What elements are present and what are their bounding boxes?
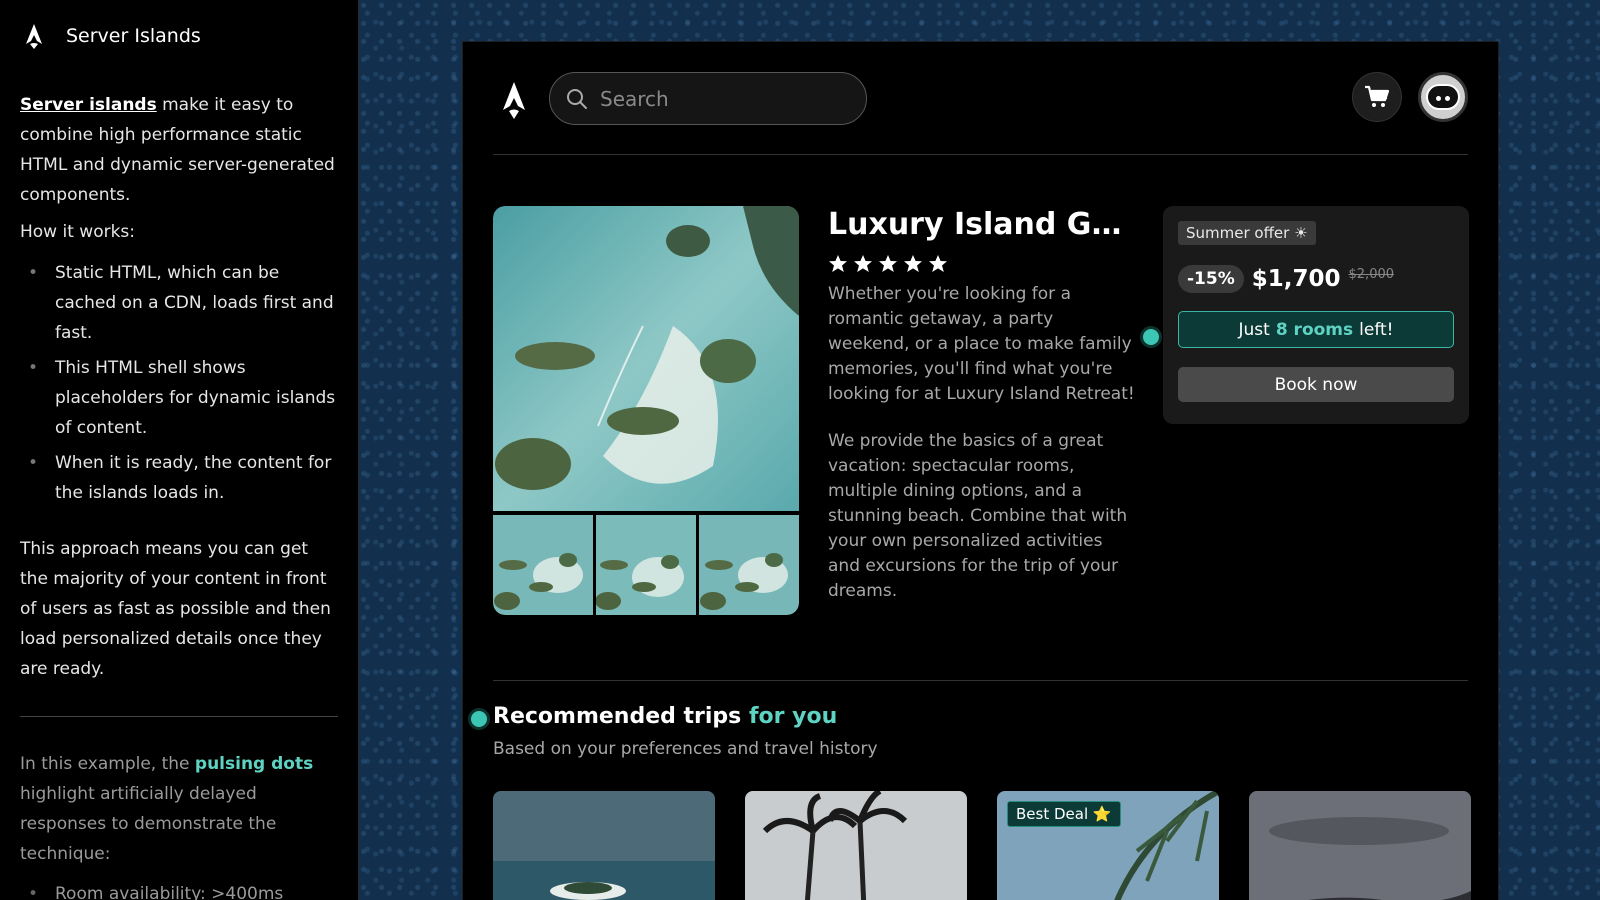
old-price: $2,000 [1348, 267, 1395, 282]
island-aerial-image [493, 206, 799, 511]
section-divider [493, 680, 1468, 681]
rooms-count: 8 rooms [1275, 319, 1354, 340]
avatar-icon [1426, 84, 1460, 110]
trip-card[interactable]: Best Deal ⭐ [997, 791, 1219, 900]
thumbnail[interactable] [699, 515, 799, 615]
book-now-button[interactable]: Book now [1178, 367, 1454, 402]
example-paragraph: In this example, the pulsing dots highli… [20, 749, 338, 869]
recommended-title-text: Recommended trips [493, 704, 749, 729]
astro-logo-icon[interactable] [497, 80, 531, 120]
product-info: Luxury Island Get... Whether you're look… [828, 206, 1138, 604]
trip-image [1249, 791, 1471, 900]
rooms-prefix: Just [1238, 319, 1270, 340]
product-description: We provide the basics of a great vacatio… [828, 431, 1128, 601]
recommended-title-highlight: for you [748, 704, 838, 729]
trip-image [493, 791, 715, 900]
intro-paragraph: Server islands make it easy to combine h… [20, 90, 338, 210]
rooms-suffix: left! [1359, 319, 1394, 340]
star-icon [904, 255, 922, 272]
star-icon [879, 255, 897, 272]
search-icon [567, 88, 587, 109]
image-gallery [493, 206, 799, 615]
search-input[interactable] [600, 86, 840, 111]
best-deal-badge: Best Deal ⭐ [1007, 801, 1121, 827]
trip-image [745, 791, 967, 900]
example-highlight: pulsing dots [194, 754, 314, 774]
approach-paragraph: This approach means you can get the majo… [20, 539, 331, 679]
cart-icon [1365, 85, 1390, 107]
recommended-subtitle: Based on your preferences and travel his… [493, 739, 878, 759]
astro-logo-icon [26, 24, 42, 49]
app-window: Luxury Island Get... Whether you're look… [462, 41, 1499, 900]
price-row: -15% $1,700 $2,000 [1178, 265, 1454, 293]
star-rating [828, 254, 1138, 274]
pulsing-dot [471, 711, 487, 727]
trip-card[interactable] [1249, 791, 1471, 900]
header-divider [493, 154, 1468, 155]
search-bar[interactable] [549, 72, 867, 125]
star-icon [929, 255, 947, 272]
sidebar: Server Islands Server islands make it ea… [0, 0, 359, 900]
how-it-works-heading: How it works: [20, 222, 136, 242]
list-item: This HTML shell shows placeholders for d… [20, 353, 338, 443]
example-suffix: highlight artificially delayed responses… [20, 784, 277, 864]
star-icon [854, 255, 872, 272]
summer-offer-badge: Summer offer ☀ [1178, 221, 1316, 245]
sidebar-title: Server Islands [66, 25, 201, 47]
main-island-image[interactable] [493, 206, 799, 511]
price: $1,700 [1251, 266, 1341, 292]
recommended-title: Recommended trips for you [493, 704, 837, 729]
server-islands-link[interactable]: Server islands [20, 95, 157, 115]
delays-list: Room availability: >400ms [20, 879, 338, 900]
offer-panel: Summer offer ☀ -15% $1,700 $2,000 Just 8… [1163, 206, 1469, 424]
steps-list: Static HTML, which can be cached on a CD… [20, 258, 338, 508]
star-icon [829, 255, 847, 272]
trip-card[interactable] [745, 791, 967, 900]
product-title: Luxury Island Get... [828, 207, 1128, 242]
list-item: Static HTML, which can be cached on a CD… [20, 258, 338, 348]
top-bar [493, 70, 1468, 126]
thumbnail[interactable] [596, 515, 696, 615]
recommended-cards: Best Deal ⭐ [493, 791, 1471, 900]
pulsing-dot [1143, 329, 1159, 345]
discount-badge: -15% [1178, 265, 1244, 293]
list-item: When it is ready, the content for the is… [20, 448, 338, 508]
sidebar-header: Server Islands [20, 22, 338, 50]
list-item: Room availability: >400ms [20, 879, 338, 900]
cart-button[interactable] [1352, 72, 1402, 122]
thumbnail-row [493, 515, 799, 615]
rooms-left-notice: Just 8 rooms left! [1178, 311, 1454, 348]
sidebar-divider [20, 716, 338, 717]
avatar-button[interactable] [1418, 72, 1468, 122]
product-description: Whether you're looking for a romantic ge… [828, 284, 1135, 404]
example-prefix: In this example, the [20, 754, 195, 774]
trip-card[interactable] [493, 791, 715, 900]
thumbnail[interactable] [493, 515, 593, 615]
